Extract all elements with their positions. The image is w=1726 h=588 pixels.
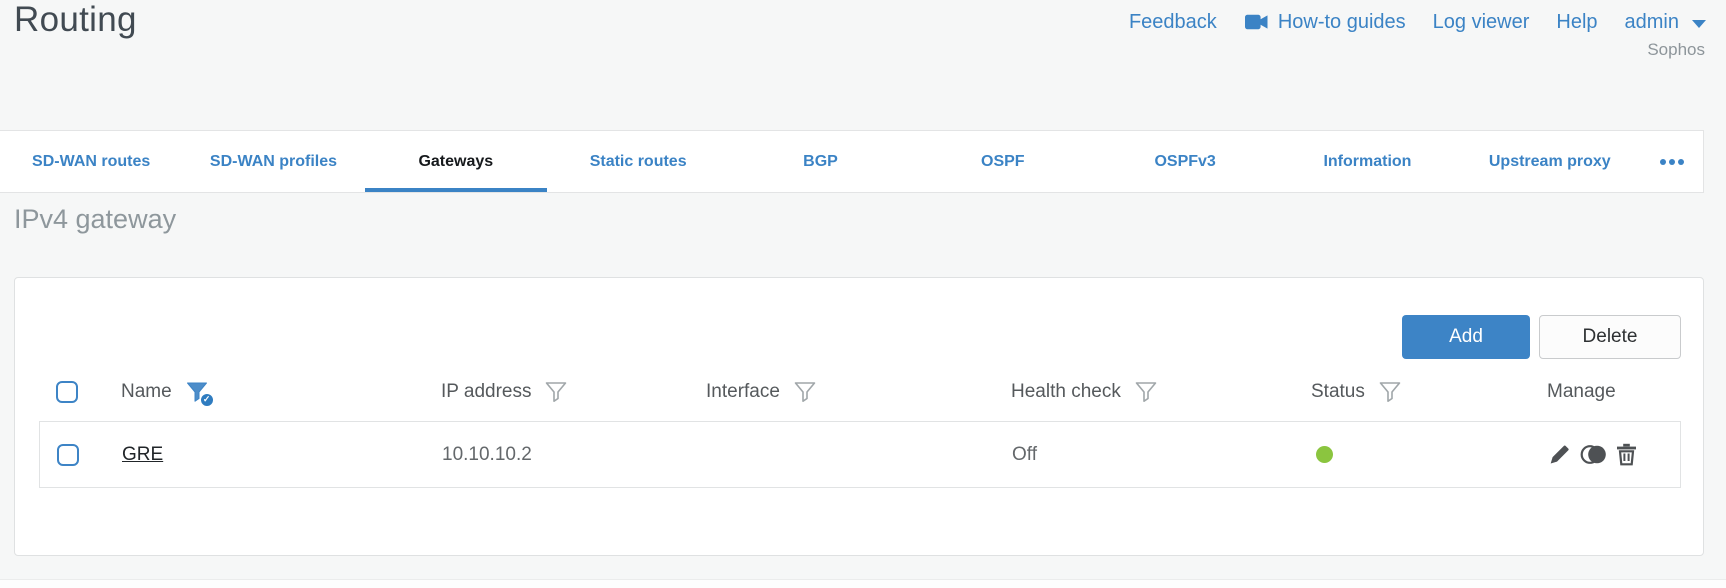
column-header-interface[interactable]: Interface — [706, 381, 780, 403]
tab-information[interactable]: Information — [1276, 131, 1458, 192]
tab-bar: SD-WAN routes SD-WAN profiles Gateways S… — [0, 130, 1704, 193]
tab-upstream-proxy[interactable]: Upstream proxy — [1459, 131, 1641, 192]
brand-label: Sophos — [1647, 40, 1705, 59]
column-header-status[interactable]: Status — [1311, 381, 1365, 403]
log-viewer-link[interactable]: Log viewer — [1433, 11, 1530, 34]
clone-icon[interactable] — [1580, 443, 1607, 466]
help-link[interactable]: Help — [1556, 11, 1597, 34]
ipv4-gateway-card: Add Delete Name ✓ IP address Interface H… — [14, 277, 1704, 556]
filter-icon[interactable] — [1134, 380, 1160, 405]
feedback-link[interactable]: Feedback — [1129, 11, 1217, 34]
column-header-ip-address[interactable]: IP address — [441, 381, 531, 403]
ellipsis-icon — [1659, 158, 1684, 165]
tab-ospf[interactable]: OSPF — [912, 131, 1094, 192]
video-camera-icon — [1244, 14, 1269, 31]
delete-button[interactable]: Delete — [1539, 315, 1681, 359]
table-header: Name ✓ IP address Interface Health check… — [39, 374, 1681, 410]
column-header-health-check[interactable]: Health check — [1011, 381, 1121, 403]
ip-address-value: 10.10.10.2 — [442, 443, 532, 465]
howto-guides-label: How-to guides — [1277, 11, 1406, 33]
admin-menu[interactable]: admin — [1625, 11, 1706, 34]
top-nav: Feedback How-to guides Log viewer Help a… — [1129, 11, 1706, 34]
section-title: IPv4 gateway — [14, 204, 177, 234]
filter-icon[interactable] — [1378, 380, 1404, 405]
tab-sd-wan-profiles[interactable]: SD-WAN profiles — [182, 131, 364, 192]
table-row: GRE 10.10.10.2 Off — [39, 421, 1681, 488]
delete-row-icon[interactable] — [1616, 443, 1637, 466]
page-title: Routing — [14, 0, 137, 39]
status-up-indicator — [1316, 446, 1333, 463]
tab-bgp[interactable]: BGP — [729, 131, 911, 192]
add-button[interactable]: Add — [1402, 315, 1530, 359]
edit-icon[interactable] — [1548, 443, 1571, 466]
row-checkbox[interactable] — [57, 443, 79, 466]
tab-static-routes[interactable]: Static routes — [547, 131, 729, 192]
filter-icon[interactable] — [544, 380, 570, 405]
tab-gateways[interactable]: Gateways — [365, 131, 547, 192]
gateway-name-link[interactable]: GRE — [122, 444, 163, 466]
next-section-edge — [0, 579, 1726, 588]
more-tabs-button[interactable] — [1641, 131, 1703, 192]
column-header-name[interactable]: Name — [121, 381, 172, 403]
filter-applied-icon[interactable]: ✓ — [185, 380, 214, 407]
tab-sd-wan-routes[interactable]: SD-WAN routes — [0, 131, 182, 192]
routing-page: Routing Feedback How-to guides Log viewe… — [0, 0, 1726, 588]
column-header-manage: Manage — [1547, 381, 1616, 402]
health-check-value: Off — [1012, 443, 1037, 465]
tab-ospfv3[interactable]: OSPFv3 — [1094, 131, 1276, 192]
filter-icon[interactable] — [793, 380, 819, 405]
select-all-checkbox[interactable] — [56, 381, 78, 403]
howto-guides-link[interactable]: How-to guides — [1244, 11, 1406, 34]
toolbar: Add Delete — [1402, 315, 1681, 359]
filter-check-badge: ✓ — [199, 392, 214, 407]
admin-label: admin — [1624, 11, 1679, 33]
caret-down-icon — [1692, 19, 1706, 28]
